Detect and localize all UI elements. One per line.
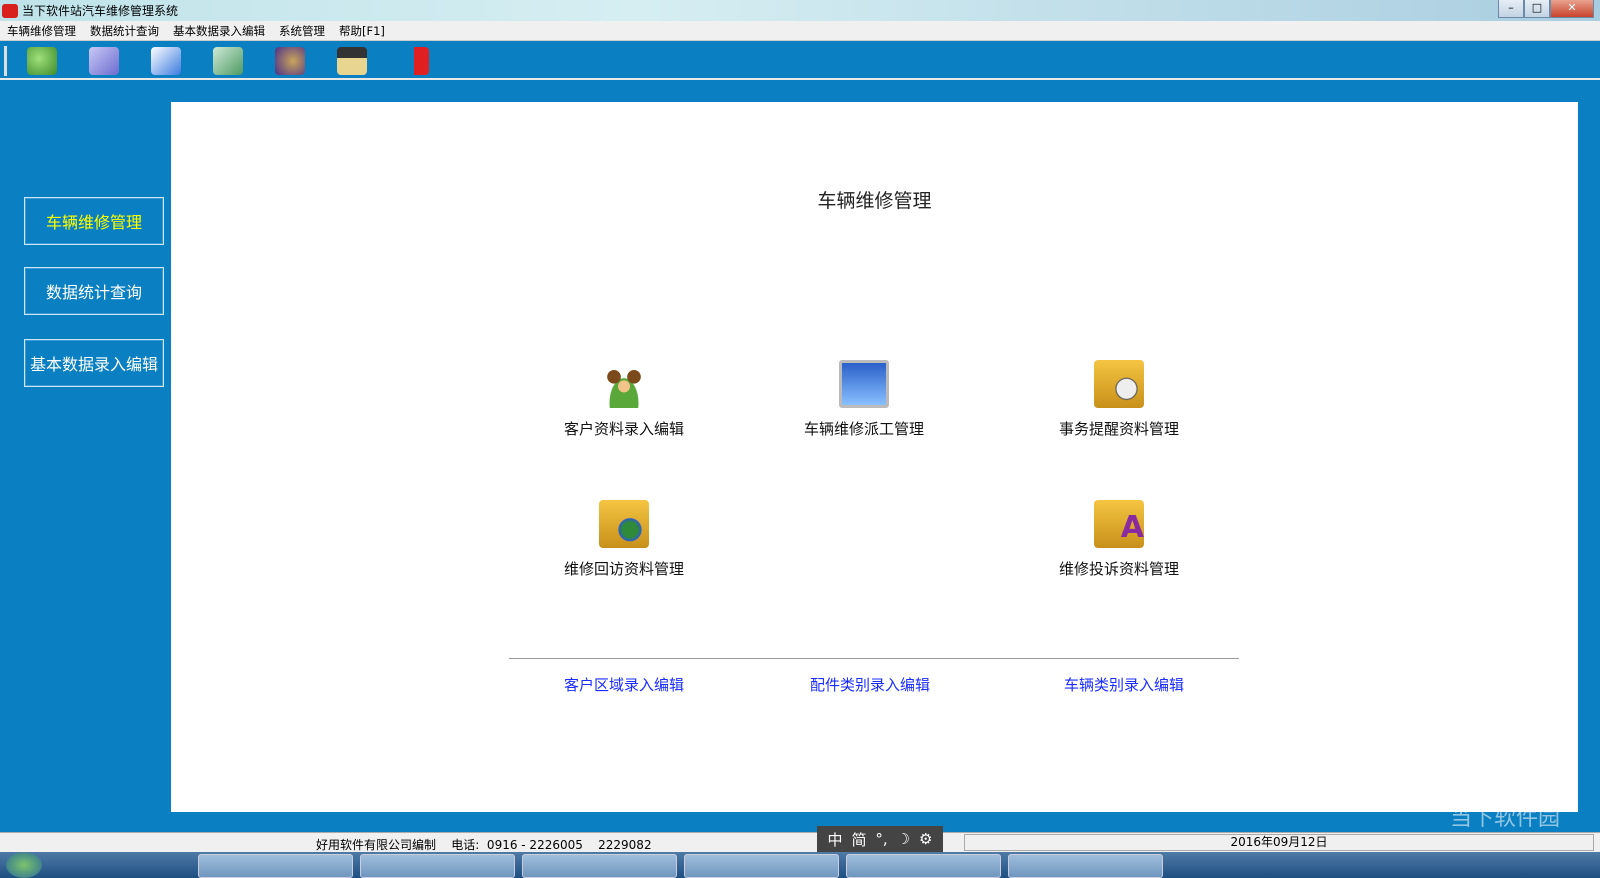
taskbar bbox=[0, 852, 1600, 878]
sidebar-statistics[interactable]: 数据统计查询 bbox=[24, 267, 164, 315]
ime-toolbar: 中 简 °, ☽ ⚙ bbox=[817, 826, 943, 852]
ime-chinese-toggle[interactable]: 中 bbox=[827, 829, 842, 850]
customer-info-label: 客户资料录入编辑 bbox=[563, 420, 684, 438]
start-button[interactable] bbox=[6, 852, 42, 878]
divider bbox=[509, 658, 1239, 659]
taskbar-button[interactable] bbox=[684, 854, 839, 878]
ime-punctuation-toggle[interactable]: °, bbox=[875, 830, 887, 848]
vehicle-category-link[interactable]: 车辆类别录入编辑 bbox=[1024, 674, 1224, 695]
customer-info-item[interactable]: 客户资料录入编辑 bbox=[524, 360, 724, 439]
complaint-item[interactable]: A 维修投诉资料管理 bbox=[1019, 500, 1219, 579]
minimize-button[interactable]: – bbox=[1498, 0, 1524, 18]
followup-item[interactable]: 维修回访资料管理 bbox=[524, 500, 724, 579]
taskbar-button[interactable] bbox=[360, 854, 515, 878]
menu-help[interactable]: 帮助[F1] bbox=[332, 23, 392, 39]
music-icon[interactable] bbox=[275, 47, 305, 75]
folder-globe-icon bbox=[599, 500, 649, 548]
menu-bar: 车辆维修管理 数据统计查询 基本数据录入编辑 系统管理 帮助[F1] bbox=[0, 21, 1600, 41]
image-folder-icon[interactable] bbox=[213, 47, 243, 75]
sidebar-vehicle-repair[interactable]: 车辆维修管理 bbox=[24, 197, 164, 245]
users-icon[interactable] bbox=[27, 47, 57, 75]
toolbar-grip[interactable] bbox=[4, 46, 7, 76]
menu-vehicle-repair[interactable]: 车辆维修管理 bbox=[0, 23, 83, 39]
sidebar-basic-data[interactable]: 基本数据录入编辑 bbox=[24, 339, 164, 387]
close-button[interactable]: ✕ bbox=[1550, 0, 1594, 18]
dispatch-label: 车辆维修派工管理 bbox=[803, 420, 924, 438]
main-panel: 车辆维修管理 客户资料录入编辑 车辆维修派工管理 事务提醒资料管理 维修回访资料… bbox=[171, 102, 1578, 812]
computer-tools-icon bbox=[839, 360, 889, 408]
status-date: 2016年09月12日 bbox=[964, 834, 1594, 851]
folder-font-icon: A bbox=[1094, 500, 1144, 548]
taskbar-button[interactable] bbox=[198, 854, 353, 878]
taskbar-button[interactable] bbox=[846, 854, 1001, 878]
toolbar bbox=[0, 42, 1600, 80]
customers-icon bbox=[599, 360, 649, 408]
edit-icon[interactable] bbox=[89, 47, 119, 75]
parts-category-link[interactable]: 配件类别录入编辑 bbox=[770, 674, 970, 695]
page-title: 车辆维修管理 bbox=[817, 190, 932, 212]
status-bar: 好用软件有限公司编制 电话: 0916 - 2226005 2229082 20… bbox=[0, 832, 1600, 852]
followup-label: 维修回访资料管理 bbox=[563, 560, 684, 578]
complaint-label: 维修投诉资料管理 bbox=[1058, 560, 1179, 578]
watermark: 当下软件园 bbox=[1449, 806, 1560, 831]
menu-basic-data[interactable]: 基本数据录入编辑 bbox=[166, 23, 272, 39]
ime-settings-icon[interactable]: ⚙ bbox=[919, 830, 932, 848]
reminder-label: 事务提醒资料管理 bbox=[1058, 420, 1179, 438]
taskbar-button[interactable] bbox=[522, 854, 677, 878]
reminder-item[interactable]: 事务提醒资料管理 bbox=[1019, 360, 1219, 439]
app-icon bbox=[2, 3, 18, 18]
folder-clock-icon bbox=[1094, 360, 1144, 408]
company-info: 好用软件有限公司编制 电话: 0916 - 2226005 2229082 bbox=[316, 838, 652, 852]
exit-icon[interactable] bbox=[399, 47, 429, 75]
taskbar-button[interactable] bbox=[1008, 854, 1163, 878]
title-bar: 当下软件站汽车维修管理系统 – □ ✕ bbox=[0, 0, 1600, 21]
menu-system[interactable]: 系统管理 bbox=[272, 23, 332, 39]
ime-moon-icon[interactable]: ☽ bbox=[897, 830, 910, 848]
maximize-button[interactable]: □ bbox=[1524, 0, 1550, 18]
dispatch-item[interactable]: 车辆维修派工管理 bbox=[764, 360, 964, 439]
ime-simplified-toggle[interactable]: 简 bbox=[851, 829, 866, 850]
save-icon[interactable] bbox=[337, 47, 367, 75]
customer-region-link[interactable]: 客户区域录入编辑 bbox=[524, 674, 724, 695]
window-title: 当下软件站汽车维修管理系统 bbox=[22, 4, 179, 18]
menu-statistics[interactable]: 数据统计查询 bbox=[83, 23, 166, 39]
ie-folder-icon[interactable] bbox=[151, 47, 181, 75]
